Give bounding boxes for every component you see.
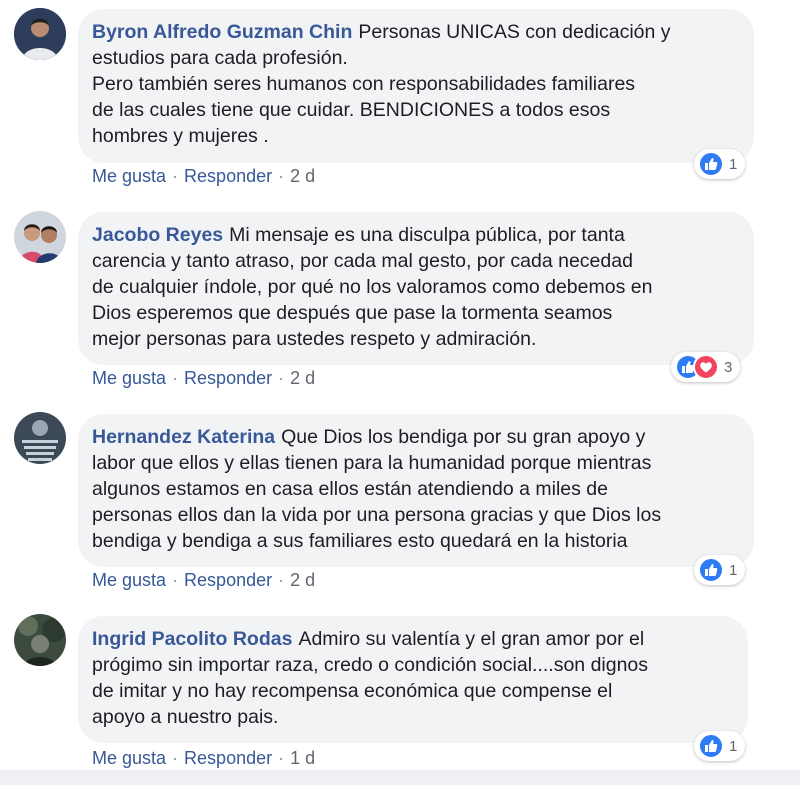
comment-author[interactable]: Hernandez Katerina bbox=[92, 426, 275, 448]
reaction-count: 1 bbox=[729, 155, 738, 173]
avatar[interactable] bbox=[14, 412, 66, 464]
like-icon bbox=[698, 151, 724, 177]
comment-actions: Me gusta · Responder · 2 d bbox=[92, 368, 315, 389]
reaction-summary[interactable]: 1 bbox=[694, 555, 746, 585]
separator-dot: · bbox=[278, 748, 285, 768]
separator-dot: · bbox=[172, 166, 179, 186]
like-icon bbox=[698, 557, 724, 583]
avatar[interactable] bbox=[14, 211, 66, 263]
comment-actions: Me gusta · Responder · 2 d bbox=[92, 570, 315, 591]
like-link[interactable]: Me gusta bbox=[92, 368, 166, 388]
comment-bubble: Hernandez Katerina Que Dios los bendiga p… bbox=[78, 414, 754, 567]
reaction-count: 1 bbox=[729, 561, 738, 579]
reply-link[interactable]: Responder bbox=[184, 570, 272, 590]
comment-actions: Me gusta · Responder · 1 d bbox=[92, 748, 315, 769]
like-link[interactable]: Me gusta bbox=[92, 748, 166, 768]
love-icon bbox=[693, 354, 719, 380]
comment-bubble: Ingrid Pacolito Rodas Admiro su valentía … bbox=[78, 616, 748, 743]
reaction-summary[interactable]: 1 bbox=[694, 149, 746, 179]
comment-author[interactable]: Byron Alfredo Guzman Chin bbox=[92, 21, 352, 43]
reaction-count: 3 bbox=[724, 358, 733, 376]
comment-timestamp[interactable]: 2 d bbox=[290, 570, 315, 590]
separator-dot: · bbox=[172, 368, 179, 388]
reaction-summary[interactable]: 1 bbox=[694, 731, 746, 761]
bottom-divider bbox=[0, 770, 800, 785]
reply-link[interactable]: Responder bbox=[184, 748, 272, 768]
avatar[interactable] bbox=[14, 614, 66, 666]
comment-timestamp[interactable]: 1 d bbox=[290, 748, 315, 768]
reply-link[interactable]: Responder bbox=[184, 368, 272, 388]
avatar[interactable] bbox=[14, 8, 66, 60]
comment-author[interactable]: Ingrid Pacolito Rodas bbox=[92, 628, 292, 650]
comment-author[interactable]: Jacobo Reyes bbox=[92, 224, 223, 246]
separator-dot: · bbox=[172, 748, 179, 768]
separator-dot: · bbox=[172, 570, 179, 590]
separator-dot: · bbox=[278, 166, 285, 186]
separator-dot: · bbox=[278, 570, 285, 590]
separator-dot: · bbox=[278, 368, 285, 388]
comment-timestamp[interactable]: 2 d bbox=[290, 166, 315, 186]
like-link[interactable]: Me gusta bbox=[92, 166, 166, 186]
comment-bubble: Byron Alfredo Guzman Chin Personas UNICAS… bbox=[78, 9, 754, 163]
comment-timestamp[interactable]: 2 d bbox=[290, 368, 315, 388]
reply-link[interactable]: Responder bbox=[184, 166, 272, 186]
reaction-summary[interactable]: 3 bbox=[671, 352, 741, 382]
comment-actions: Me gusta · Responder · 2 d bbox=[92, 166, 315, 187]
like-link[interactable]: Me gusta bbox=[92, 570, 166, 590]
comment-bubble: Jacobo Reyes Mi mensaje es una disculpa p… bbox=[78, 212, 754, 365]
like-icon bbox=[698, 733, 724, 759]
reaction-count: 1 bbox=[729, 737, 738, 755]
